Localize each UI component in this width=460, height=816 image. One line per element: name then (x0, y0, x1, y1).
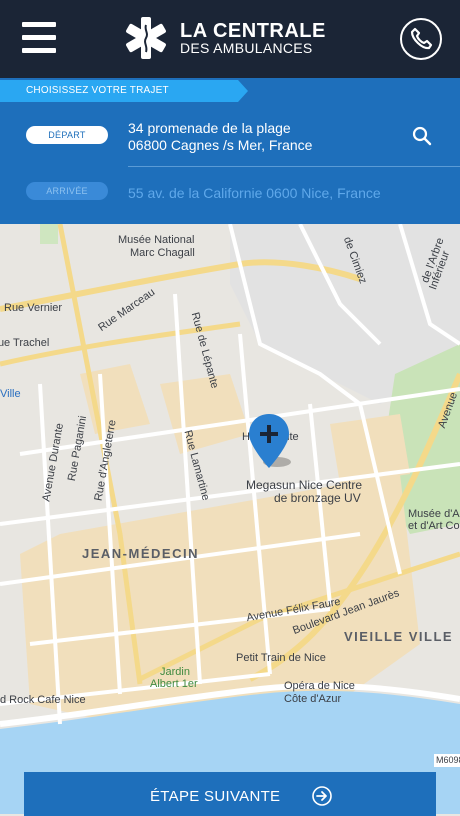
poi-label: Musée National (118, 234, 195, 246)
phone-button[interactable] (400, 18, 442, 60)
poi-label: Petit Train de Nice (236, 652, 326, 664)
next-step-button[interactable]: ÉTAPE SUIVANTE (24, 772, 436, 816)
phone-icon (410, 27, 433, 50)
next-step-label: ÉTAPE SUIVANTE (150, 788, 281, 805)
poi-label: Côte d'Azur (284, 693, 342, 705)
search-icon[interactable] (412, 126, 432, 146)
brand-line2: DES AMBULANCES (180, 40, 313, 56)
location-pin-icon[interactable] (247, 412, 291, 470)
road-badge: M6098 (434, 754, 460, 767)
district-label: VIEILLE VILLE (344, 629, 454, 644)
poi-label: Albert 1er (150, 678, 198, 690)
map-view[interactable]: Musée National Marc Chagall Rue Vernier … (0, 224, 460, 814)
district-label: JEAN-MÉDECIN (82, 546, 199, 561)
map-canvas (0, 224, 460, 814)
menu-icon[interactable] (22, 22, 56, 54)
street-label: Rue Trachel (0, 337, 50, 349)
app-header: LA CENTRALE DES AMBULANCES (0, 0, 460, 78)
poi-label: Opéra de Nice (284, 680, 355, 692)
departure-address-line1[interactable]: 34 promenade de la plage (128, 119, 291, 137)
departure-badge: DÉPART (26, 126, 108, 144)
star-of-life-icon (126, 17, 166, 59)
street-label: Rue Vernier (4, 302, 63, 314)
arrow-right-icon (312, 786, 332, 806)
poi-label: et d'Art Co (408, 520, 460, 532)
poi-label: de bronzage UV (274, 491, 361, 505)
section-label: CHOISISSEZ VOTRE TRAJET (26, 85, 169, 96)
poi-label: Ville (0, 388, 21, 400)
poi-label: d Rock Cafe Nice (0, 694, 86, 706)
brand-logo: LA CENTRALE DES AMBULANCES (124, 16, 334, 60)
divider (128, 166, 460, 167)
departure-address-line2[interactable]: 06800 Cagnes /s Mer, France (128, 136, 312, 154)
arrival-input[interactable]: 55 av. de la Californie 0600 Nice, Franc… (128, 184, 381, 202)
trip-panel: CHOISISSEZ VOTRE TRAJET DÉPART 34 promen… (0, 78, 460, 224)
poi-label: Marc Chagall (130, 247, 195, 259)
arrival-badge: ARRIVÉE (26, 182, 108, 200)
